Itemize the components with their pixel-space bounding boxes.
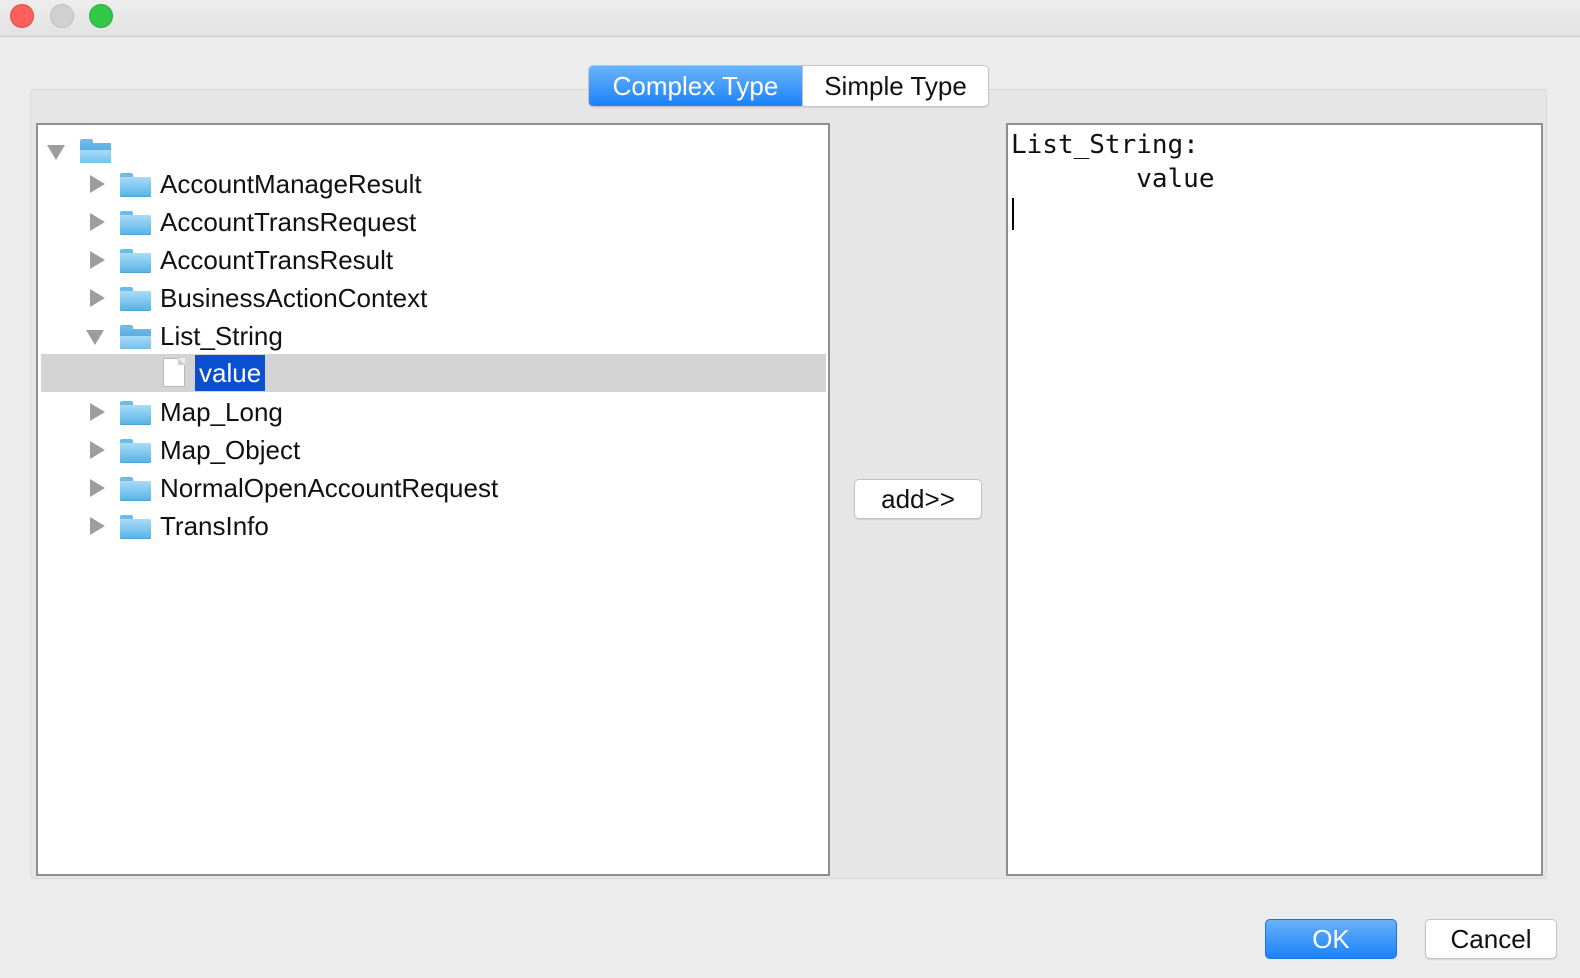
disclosure-closed-icon[interactable]: [90, 213, 105, 231]
cancel-button[interactable]: Cancel: [1425, 919, 1557, 959]
tab-complex-type[interactable]: Complex Type: [589, 66, 802, 106]
file-icon: [163, 358, 185, 387]
tree-item-accounttransrequest[interactable]: AccountTransRequest: [38, 203, 826, 241]
folder-icon: [120, 401, 151, 425]
disclosure-open-icon[interactable]: [47, 145, 65, 160]
disclosure-closed-icon[interactable]: [90, 289, 105, 307]
tree-item-normalopenaccountrequest[interactable]: NormalOpenAccountRequest: [38, 469, 826, 507]
tree-item-label: AccountTransResult: [160, 245, 394, 275]
close-window-button[interactable]: [10, 4, 34, 28]
tree-item-value[interactable]: value: [41, 354, 826, 392]
tree-item-label: Map_Object: [160, 435, 301, 465]
type-definition-editor[interactable]: List_String: value: [1006, 123, 1543, 876]
tree-item-label: value: [195, 355, 266, 391]
tree-root-row[interactable]: [38, 131, 826, 169]
folder-open-icon: [120, 325, 151, 349]
disclosure-closed-icon[interactable]: [90, 479, 105, 497]
tree-item-businessactioncontext[interactable]: BusinessActionContext: [38, 279, 826, 317]
tree-item-accounttransresult[interactable]: AccountTransResult: [38, 241, 826, 279]
tree-item-label: AccountManageResult: [160, 169, 422, 199]
disclosure-closed-icon[interactable]: [90, 517, 105, 535]
disclosure-open-icon[interactable]: [86, 330, 104, 345]
type-tree[interactable]: AccountManageResult AccountTransRequest …: [36, 123, 830, 876]
folder-icon: [120, 287, 151, 311]
tree-item-transinfo[interactable]: TransInfo: [38, 507, 826, 545]
disclosure-closed-icon[interactable]: [90, 441, 105, 459]
tree-item-label: Map_Long: [160, 397, 283, 427]
folder-icon: [120, 515, 151, 539]
type-tab-bar: Complex Type Simple Type: [588, 65, 989, 107]
zoom-window-button[interactable]: [89, 4, 113, 28]
folder-icon: [120, 477, 151, 501]
ok-button[interactable]: OK: [1265, 919, 1397, 959]
tree-item-map-object[interactable]: Map_Object: [38, 431, 826, 469]
title-bar: [0, 0, 1580, 37]
folder-icon: [120, 439, 151, 463]
disclosure-closed-icon[interactable]: [90, 403, 105, 421]
tree-item-label: List_String: [160, 321, 283, 351]
minimize-window-button[interactable]: [50, 4, 74, 28]
tree-item-label: NormalOpenAccountRequest: [160, 473, 499, 503]
tree-item-accountmanageresult[interactable]: AccountManageResult: [38, 165, 826, 203]
tree-item-label: TransInfo: [160, 511, 269, 541]
tab-simple-type[interactable]: Simple Type: [802, 66, 988, 106]
disclosure-closed-icon[interactable]: [90, 175, 105, 193]
tree-item-label: BusinessActionContext: [160, 283, 428, 313]
folder-icon: [120, 173, 151, 197]
add-button[interactable]: add>>: [854, 479, 982, 519]
editor-line: value: [1011, 164, 1215, 194]
disclosure-closed-icon[interactable]: [90, 251, 105, 269]
tree-item-label: AccountTransRequest: [160, 207, 417, 237]
folder-icon: [120, 249, 151, 273]
tree-item-map-long[interactable]: Map_Long: [38, 393, 826, 431]
folder-open-icon: [80, 139, 111, 163]
folder-icon: [120, 211, 151, 235]
text-caret: [1012, 198, 1014, 230]
editor-line: List_String:: [1011, 130, 1199, 160]
tree-item-list-string[interactable]: List_String: [38, 317, 826, 355]
